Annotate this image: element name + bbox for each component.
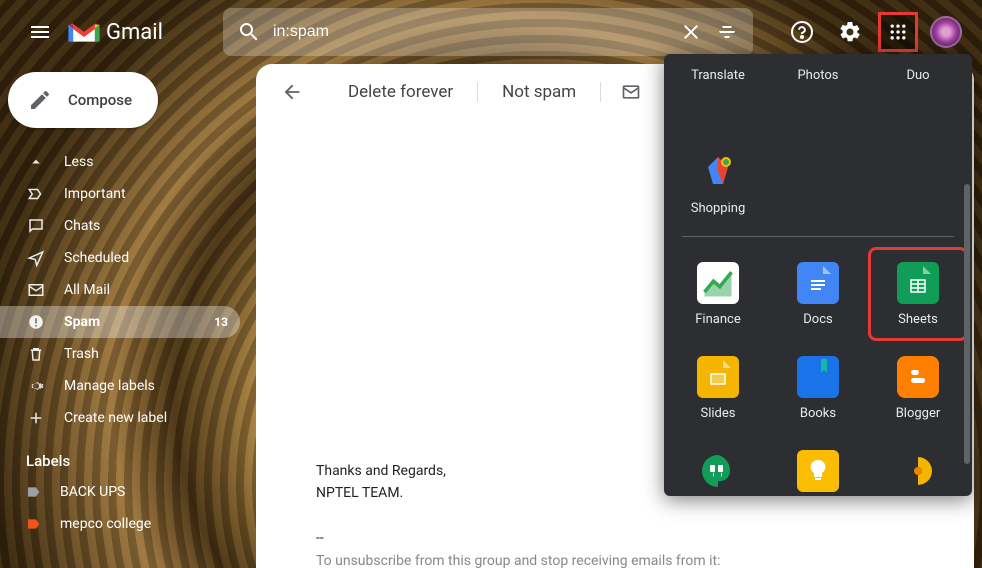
email-separator: -- — [316, 527, 914, 549]
gmail-logo[interactable]: Gmail — [68, 20, 163, 45]
app-finance[interactable]: Finance — [668, 247, 768, 341]
settings-button[interactable] — [830, 12, 870, 52]
chat-icon — [26, 216, 46, 236]
gmail-logo-icon — [68, 20, 100, 44]
shopping-icon — [697, 151, 739, 193]
search-icon — [237, 20, 261, 44]
app-sheets[interactable]: Sheets — [868, 247, 968, 341]
toolbar-divider — [477, 82, 478, 102]
app-photos[interactable]: Photos — [768, 64, 868, 136]
not-spam-button[interactable]: Not spam — [488, 74, 590, 110]
email-unsubscribe: To unsubscribe from this group and stop … — [316, 550, 914, 568]
keep-icon — [797, 450, 839, 492]
trash-icon — [26, 344, 46, 364]
nav-trash[interactable]: Trash — [0, 338, 240, 370]
plus-icon — [26, 408, 46, 428]
important-icon — [26, 184, 46, 204]
hangouts-icon — [697, 450, 739, 492]
main-menu-button[interactable] — [16, 8, 64, 56]
sidebar: Compose Less Important Chats Scheduled A… — [0, 64, 256, 568]
app-duo[interactable]: Duo — [868, 64, 968, 136]
nav-allmail[interactable]: All Mail — [0, 274, 240, 306]
label-backups[interactable]: BACK UPS — [0, 476, 256, 508]
app-jamboard[interactable]: Jamboard — [868, 435, 968, 496]
account-avatar[interactable] — [926, 12, 966, 52]
apps-scrollbar[interactable] — [964, 184, 970, 464]
docs-icon — [797, 262, 839, 304]
nav-chats[interactable]: Chats — [0, 210, 240, 242]
blogger-icon — [897, 356, 939, 398]
app-hangouts[interactable]: Hangouts — [668, 435, 768, 496]
jamboard-icon — [897, 450, 939, 492]
finance-icon — [697, 262, 739, 304]
apps-divider — [682, 236, 954, 237]
spam-count: 13 — [214, 315, 228, 329]
avatar-image — [930, 16, 962, 48]
books-icon — [797, 356, 839, 398]
nav-spam[interactable]: Spam13 — [0, 306, 240, 338]
app-keep[interactable]: Keep — [768, 435, 868, 496]
nav-important[interactable]: Important — [0, 178, 240, 210]
pencil-icon — [28, 88, 52, 112]
compose-label: Compose — [68, 91, 132, 109]
scheduled-icon — [26, 248, 46, 268]
label-mepco[interactable]: mepco college — [0, 508, 256, 540]
app-shopping[interactable]: Shopping — [668, 136, 768, 230]
toolbar-divider — [600, 82, 601, 102]
nav-less[interactable]: Less — [0, 146, 240, 178]
apps-grid-icon — [888, 22, 908, 42]
sheets-icon — [897, 262, 939, 304]
delete-forever-button[interactable]: Delete forever — [334, 74, 467, 110]
nav-list: Less Important Chats Scheduled All Mail … — [0, 146, 256, 434]
search-options-icon[interactable] — [715, 20, 739, 44]
spam-icon — [26, 312, 46, 332]
google-apps-button[interactable] — [878, 12, 918, 52]
search-input[interactable] — [273, 23, 667, 41]
mark-unread-button[interactable] — [611, 72, 651, 112]
clear-search-icon[interactable] — [679, 20, 703, 44]
header-right — [782, 12, 966, 52]
nav-scheduled[interactable]: Scheduled — [0, 242, 240, 274]
app-docs[interactable]: Docs — [768, 247, 868, 341]
google-apps-panel: Translate Photos Duo Shopping Finance Do… — [664, 54, 972, 496]
gmail-brand-text: Gmail — [106, 20, 163, 45]
app-books[interactable]: Books — [768, 341, 868, 435]
search-bar[interactable] — [223, 8, 753, 56]
nav-manage-labels[interactable]: Manage labels — [0, 370, 240, 402]
slides-icon — [697, 356, 739, 398]
compose-button[interactable]: Compose — [8, 72, 158, 128]
support-button[interactable] — [782, 12, 822, 52]
allmail-icon — [26, 280, 46, 300]
label-icon — [26, 516, 42, 532]
back-button[interactable] — [272, 72, 312, 112]
nav-create-label[interactable]: Create new label — [0, 402, 240, 434]
app-blogger[interactable]: Blogger — [868, 341, 968, 435]
chevron-up-icon — [26, 152, 46, 172]
app-slides[interactable]: Slides — [668, 341, 768, 435]
app-translate[interactable]: Translate — [668, 64, 768, 136]
labels-header: Labels — [0, 434, 256, 476]
gear-icon — [26, 376, 46, 396]
label-icon — [26, 484, 42, 500]
